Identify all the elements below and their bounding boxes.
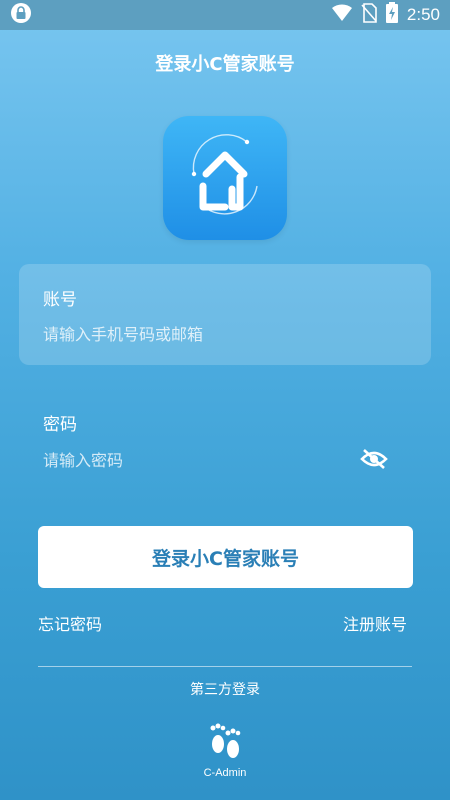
status-left — [10, 2, 32, 28]
password-label: 密码 — [43, 415, 77, 435]
house-logo-icon — [163, 114, 287, 242]
status-time: 2:50 — [406, 5, 440, 24]
app-logo — [163, 116, 287, 240]
account-input[interactable] — [43, 320, 403, 348]
page-title: 登录小C管家账号 — [155, 54, 295, 75]
forgot-password-link[interactable]: 忘记密码 — [38, 611, 102, 635]
lock-icon — [10, 2, 32, 28]
register-link[interactable]: 注册账号 — [343, 611, 407, 635]
third-party-label: 第三方登录 — [190, 682, 260, 698]
c-admin-label: C-Admin — [203, 767, 247, 779]
status-bar: 2:50 — [0, 0, 450, 30]
account-label: 账号 — [43, 290, 77, 310]
password-input[interactable] — [43, 446, 343, 474]
divider — [38, 666, 412, 667]
no-sim-icon — [361, 3, 377, 27]
login-button[interactable]: 登录小C管家账号 — [38, 526, 413, 588]
battery-charging-icon — [385, 2, 399, 28]
account-field-card[interactable] — [19, 264, 431, 365]
eye-hidden-icon[interactable] — [360, 447, 388, 471]
wifi-icon — [331, 4, 353, 26]
status-right: 2:50 — [331, 2, 440, 28]
footprint-icon[interactable] — [206, 722, 244, 760]
